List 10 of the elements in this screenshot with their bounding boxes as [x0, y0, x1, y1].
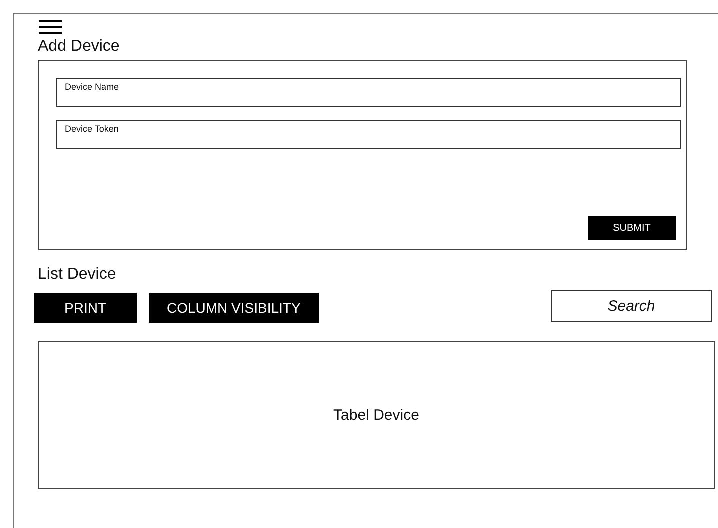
input-field[interactable]: Device Token: [56, 120, 681, 149]
submit-button[interactable]: SUBMIT: [588, 216, 676, 240]
table-label: Tabel Device: [334, 406, 420, 424]
section-title: Add Device: [38, 38, 121, 56]
action-button[interactable]: COLUMN VISIBILITY: [149, 293, 319, 323]
menu-icon[interactable]: [39, 20, 62, 35]
search-field[interactable]: Search: [551, 290, 712, 322]
input-field[interactable]: Device Name: [56, 78, 681, 107]
action-button[interactable]: PRINT: [34, 293, 137, 323]
section-title: List Device: [38, 266, 118, 284]
